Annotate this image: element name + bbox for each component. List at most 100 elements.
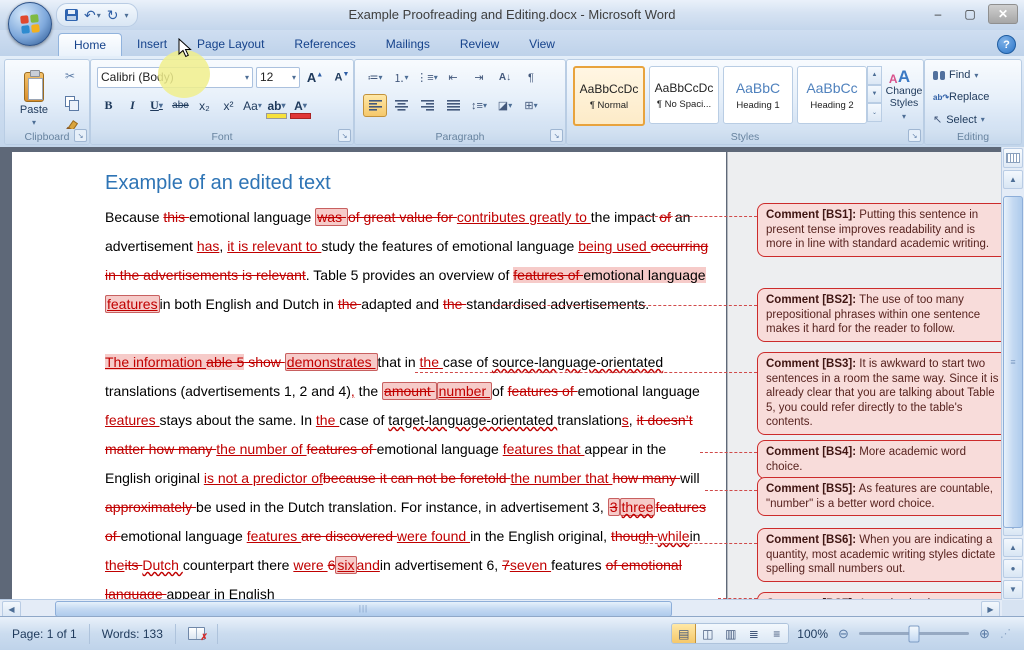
comment-balloon[interactable]: Comment [BS1]: Putting this sentence in … [757, 203, 1011, 257]
comment-balloon[interactable]: Comment [BS3]: It is awkward to start tw… [757, 352, 1011, 435]
help-button[interactable]: ? [997, 35, 1016, 54]
highlight-dropdown-icon[interactable]: ▾ [282, 101, 286, 110]
borders-button[interactable]: ⊞▾ [519, 94, 543, 117]
font-size-combo[interactable]: 12 ▾ [256, 67, 300, 88]
styles-scroll-down-button[interactable]: ▼ [867, 85, 882, 104]
shading-button[interactable]: ◪▾ [493, 94, 517, 117]
comment-balloon[interactable]: Comment [BS6]: When you are indicating a… [757, 528, 1011, 582]
paste-dropdown-icon[interactable]: ▾ [32, 118, 36, 127]
shrink-font-button[interactable]: A▼ [330, 66, 354, 88]
paragraph-2[interactable]: The information able 5 show demonstrates… [105, 348, 713, 609]
zoom-level-indicator[interactable]: 100% [797, 627, 828, 641]
zoom-out-button[interactable]: ⊖ [836, 626, 851, 641]
styles-scroll-up-button[interactable]: ▲ [867, 66, 882, 85]
vertical-scroll-track[interactable] [1003, 190, 1023, 516]
highlight-button[interactable]: ab▾ [265, 94, 288, 117]
comment-balloon[interactable]: Comment [BS4]: More academic word choice… [757, 440, 1011, 479]
bold-button[interactable]: B [97, 94, 120, 117]
select-browse-object-button[interactable]: ● [1003, 559, 1023, 578]
align-left-button[interactable] [363, 94, 387, 117]
vertical-scroll-thumb[interactable] [1003, 196, 1023, 528]
font-color-dropdown-icon[interactable]: ▾ [303, 101, 307, 110]
bullets-dropdown-icon[interactable]: ▾ [378, 73, 382, 82]
shading-dropdown-icon[interactable]: ▾ [508, 101, 512, 110]
word-count-indicator[interactable]: Words: 133 [90, 624, 176, 644]
font-color-button[interactable]: A▾ [289, 94, 312, 117]
scroll-right-button[interactable]: ▶ [981, 601, 1000, 617]
align-right-button[interactable] [415, 94, 439, 117]
horizontal-scroll-thumb[interactable]: ||| [55, 601, 672, 617]
style-normal[interactable]: AaBbCcDc ¶ Normal [573, 66, 645, 126]
change-styles-dropdown-icon[interactable]: ▾ [902, 111, 906, 123]
multilevel-list-button[interactable]: ⋮≡▾ [415, 66, 439, 89]
zoom-in-button[interactable]: ⊕ [977, 626, 992, 641]
scroll-left-button[interactable]: ◀ [2, 601, 21, 617]
underline-button[interactable]: U▾ [145, 94, 168, 117]
maximize-button[interactable]: ▢ [956, 5, 984, 23]
outline-view-button[interactable]: ≣ [742, 624, 765, 643]
italic-button[interactable]: I [121, 94, 144, 117]
page-count-indicator[interactable]: Page: 1 of 1 [0, 624, 90, 644]
view-ruler-button[interactable] [1003, 148, 1023, 168]
line-spacing-button[interactable]: ↕≡▾ [467, 94, 491, 117]
comment-balloon[interactable]: Comment [BS2]: The use of too many prepo… [757, 288, 1011, 342]
select-button[interactable]: ↖ Select ▾ [933, 113, 985, 126]
draft-view-button[interactable]: ≡ [765, 624, 788, 643]
vertical-scrollbar[interactable]: ▲ ▼ ▲ ● ▼ [1001, 147, 1024, 600]
bullets-button[interactable]: ≔▾ [363, 66, 387, 89]
multilevel-dropdown-icon[interactable]: ▾ [434, 73, 438, 82]
window-resize-grip[interactable]: ⋰ [1000, 627, 1010, 640]
style-heading1[interactable]: AaBbC Heading 1 [723, 66, 793, 124]
superscript-button[interactable]: x² [217, 94, 240, 117]
close-button[interactable]: ✕ [988, 4, 1018, 24]
zoom-slider[interactable] [859, 632, 969, 635]
print-layout-view-button[interactable]: ▤ [672, 624, 696, 643]
document-page[interactable]: Example of an edited text Because this e… [12, 152, 726, 617]
style-no-spacing[interactable]: AaBbCcDc ¶ No Spaci... [649, 66, 719, 124]
styles-more-button[interactable]: ⌄ [867, 103, 882, 122]
tab-references[interactable]: References [279, 33, 370, 56]
horizontal-scrollbar[interactable]: ◀ ||| ▶ [0, 599, 1002, 617]
increase-indent-button[interactable]: ⇥ [467, 66, 491, 89]
replace-button[interactable]: ab↷ Replace [933, 91, 989, 103]
decrease-indent-button[interactable]: ⇤ [441, 66, 465, 89]
minimize-button[interactable]: – [924, 5, 952, 23]
scroll-up-button[interactable]: ▲ [1003, 170, 1023, 189]
numbering-dropdown-icon[interactable]: ▾ [404, 73, 408, 82]
grow-font-button[interactable]: A▲ [303, 66, 327, 88]
style-heading2[interactable]: AaBbCc Heading 2 [797, 66, 867, 124]
styles-dialog-launcher[interactable]: ↘ [908, 129, 921, 142]
show-hide-marks-button[interactable]: ¶ [519, 66, 543, 89]
subscript-button[interactable]: x₂ [193, 94, 216, 117]
paragraph-1[interactable]: Because this emotional language was of g… [105, 203, 713, 319]
tab-mailings[interactable]: Mailings [371, 33, 445, 56]
paste-button[interactable]: Paste ▾ [11, 66, 57, 130]
tab-review[interactable]: Review [445, 33, 514, 56]
change-case-dropdown-icon[interactable]: ▾ [258, 101, 262, 110]
comment-balloon[interactable]: Comment [BS5]: As features are countable… [757, 477, 1011, 516]
underline-dropdown-icon[interactable]: ▾ [159, 101, 163, 110]
line-spacing-dropdown-icon[interactable]: ▾ [483, 101, 487, 110]
fullscreen-reading-view-button[interactable]: ◫ [696, 624, 719, 643]
office-button[interactable] [8, 2, 52, 46]
paragraph-dialog-launcher[interactable]: ↘ [550, 129, 563, 142]
borders-dropdown-icon[interactable]: ▾ [534, 101, 538, 110]
web-layout-view-button[interactable]: ▥ [719, 624, 742, 643]
tab-home[interactable]: Home [58, 33, 122, 56]
clipboard-dialog-launcher[interactable]: ↘ [74, 129, 87, 142]
cut-button[interactable]: ✂ [59, 66, 81, 86]
tab-view[interactable]: View [514, 33, 570, 56]
numbering-button[interactable]: ⒈▾ [389, 66, 413, 89]
change-case-button[interactable]: Aa▾ [241, 94, 264, 117]
previous-page-button[interactable]: ▲ [1003, 538, 1023, 557]
find-button[interactable]: Find ▾ [933, 69, 978, 81]
justify-button[interactable] [441, 94, 465, 117]
copy-button[interactable] [59, 91, 81, 111]
change-styles-button[interactable]: A Change Styles ▾ [885, 64, 923, 130]
sort-button[interactable]: A↓ [493, 66, 517, 89]
proofing-status-button[interactable]: ✗ [176, 624, 218, 644]
zoom-slider-thumb[interactable] [909, 625, 920, 642]
font-dialog-launcher[interactable]: ↘ [338, 129, 351, 142]
align-center-button[interactable] [389, 94, 413, 117]
next-page-button[interactable]: ▼ [1003, 580, 1023, 599]
